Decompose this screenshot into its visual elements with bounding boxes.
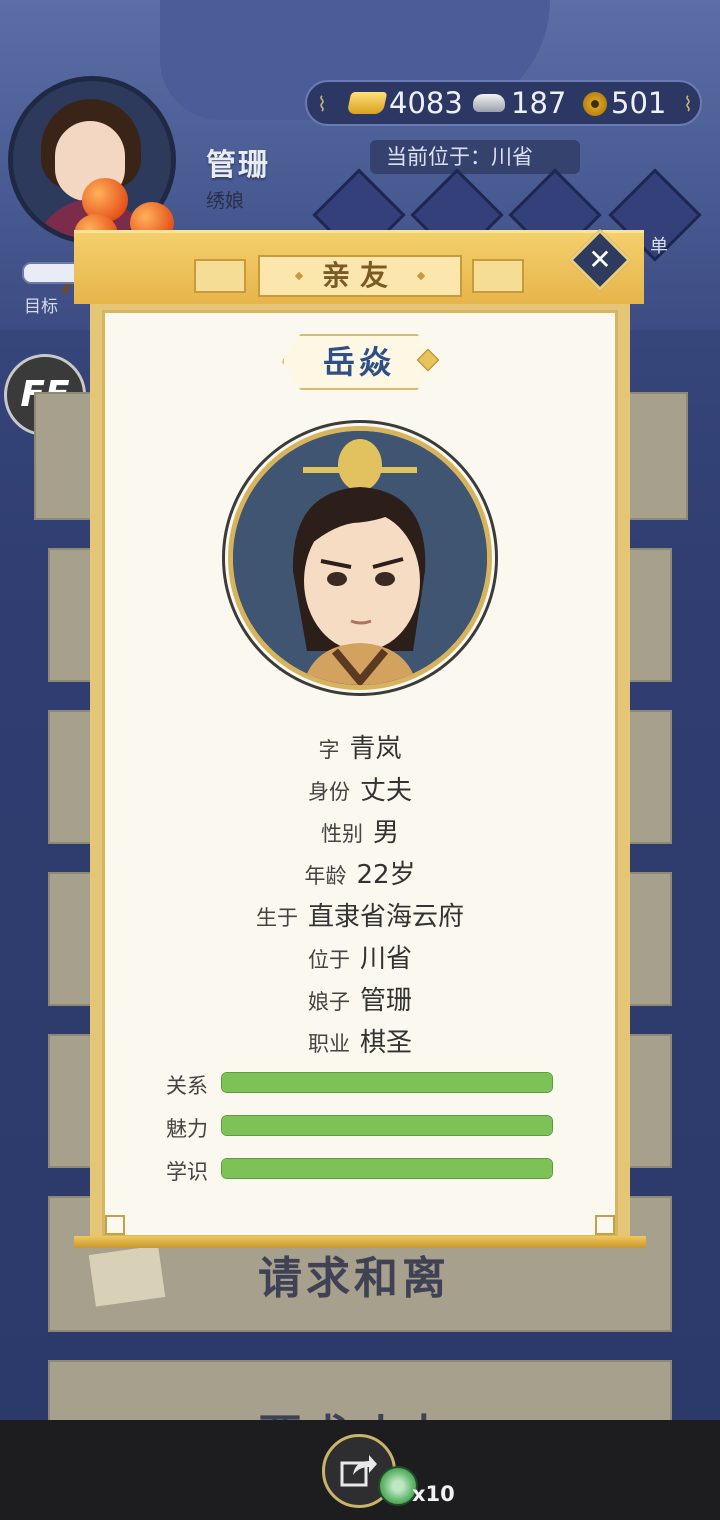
info-value: 管珊 — [359, 986, 412, 1016]
gold-ingot-icon — [346, 92, 388, 114]
panel-header: 亲友 — [74, 230, 644, 304]
bamboo-ornament-icon: ⌇ — [317, 92, 327, 116]
silver-ingot-icon — [473, 94, 505, 112]
charm-bar-fill — [222, 1116, 552, 1135]
info-value: 直隶省海云府 — [307, 902, 464, 932]
info-value: 棋圣 — [359, 1028, 412, 1058]
info-label: 字 — [318, 738, 340, 762]
info-value: 青岚 — [349, 734, 402, 764]
current-location: 当前位于：川省 — [370, 140, 580, 174]
info-value: 22岁 — [356, 860, 416, 890]
player-role: 绣娘 — [206, 190, 245, 212]
character-portrait-art — [233, 431, 487, 685]
header-ornament-box — [194, 259, 246, 293]
info-row-identity: 身份 丈夫 — [0, 770, 720, 810]
player-name: 管珊 — [206, 148, 270, 183]
relationship-bar — [221, 1072, 553, 1093]
info-label: 身份 — [307, 780, 350, 804]
divorce-request-label: 请求和离 — [258, 1253, 450, 1304]
panel-title: 亲友 — [321, 259, 398, 292]
info-label: 位于 — [307, 948, 350, 972]
copper-coin-icon — [583, 92, 607, 116]
stat-label-charm: 魅力 — [166, 1117, 208, 1141]
corner-ornament — [595, 1215, 615, 1235]
info-row-wife: 娘子 管珊 — [0, 980, 720, 1020]
letter-icon — [88, 1245, 166, 1307]
info-row-age: 年龄 22岁 — [0, 854, 720, 894]
charm-bar — [221, 1115, 553, 1136]
info-label: 性别 — [320, 822, 363, 846]
info-row-occupation: 职业 棋圣 — [0, 1022, 720, 1062]
share-icon — [340, 1455, 377, 1487]
currency-bar: ⌇ 4083 187 501 ⌇ — [305, 80, 702, 126]
corner-ornament — [105, 1215, 125, 1235]
info-row-birthplace: 生于 直隶省海云府 — [0, 896, 720, 936]
coin-amount: 501 — [611, 86, 667, 120]
info-row-courtesy-name: 字 青岚 — [0, 728, 720, 768]
header-ornament-box — [472, 259, 524, 293]
relationship-bar-fill — [222, 1073, 552, 1092]
bamboo-ornament-icon: ⌇ — [683, 92, 693, 116]
stat-label-knowledge: 学识 — [166, 1160, 208, 1184]
info-label: 娘子 — [307, 990, 350, 1014]
menu-list-label: 单 — [650, 236, 668, 257]
close-icon[interactable]: ✕ — [578, 238, 622, 282]
info-row-location: 位于 川省 — [0, 938, 720, 978]
panel-title-frame: 亲友 — [258, 255, 462, 297]
goal-label[interactable]: 目标 — [24, 292, 58, 317]
share-reward-count: x10 — [412, 1482, 455, 1506]
info-value: 川省 — [359, 944, 412, 974]
knowledge-bar-fill — [222, 1159, 552, 1178]
gold-amount: 4083 — [389, 86, 463, 120]
knowledge-bar — [221, 1158, 553, 1179]
stat-label-relationship: 关系 — [166, 1074, 208, 1098]
info-label: 生于 — [255, 906, 298, 930]
background-card — [628, 392, 688, 520]
panel-footer-bar — [74, 1236, 646, 1248]
silver-amount: 187 — [511, 86, 567, 120]
character-name: 岳焱 — [322, 343, 395, 381]
info-value: 男 — [372, 818, 399, 848]
info-label: 职业 — [307, 1032, 350, 1056]
info-row-gender: 性别 男 — [0, 812, 720, 852]
character-portrait — [228, 426, 492, 690]
info-label: 年龄 — [304, 864, 347, 888]
info-value: 丈夫 — [359, 776, 412, 806]
